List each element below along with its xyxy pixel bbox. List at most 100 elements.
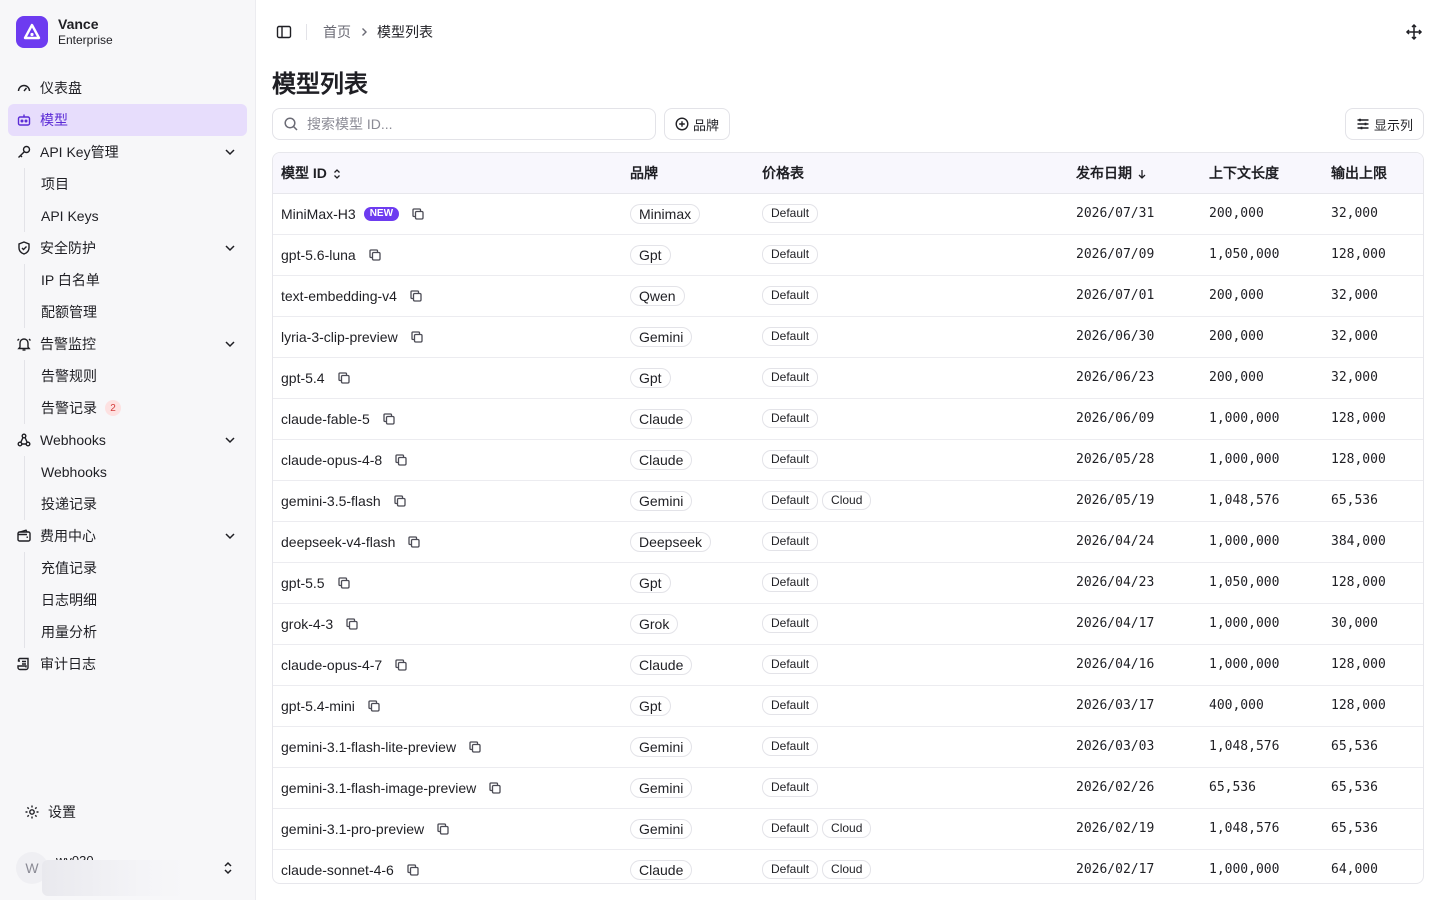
copy-icon[interactable] (410, 330, 424, 344)
search-input[interactable] (307, 116, 627, 132)
column-header-model-id[interactable]: 模型 ID (273, 153, 622, 194)
copy-icon[interactable] (382, 412, 396, 426)
cell-output-limit: 128,000 (1323, 644, 1423, 686)
sidebar-subitem-deliveries[interactable]: 投递记录 (25, 488, 247, 520)
copy-icon[interactable] (468, 740, 482, 754)
model-id[interactable]: MiniMax-H3 (281, 206, 356, 222)
model-id[interactable]: deepseek-v4-flash (281, 534, 395, 550)
copy-icon[interactable] (411, 207, 425, 221)
sidebar-item-billing[interactable]: 费用中心 (8, 520, 247, 552)
column-header-release-date[interactable]: 发布日期 (1068, 153, 1201, 194)
copy-icon[interactable] (367, 699, 381, 713)
model-id[interactable]: gpt-5.5 (281, 575, 325, 591)
copy-icon[interactable] (406, 863, 420, 877)
table-row[interactable]: gemini-3.5-flash Gemini Default Cloud 2026/0… (273, 480, 1423, 522)
copy-icon[interactable] (488, 781, 502, 795)
column-header-brand[interactable]: 品牌 (622, 153, 754, 194)
chevron-down-icon (225, 341, 235, 348)
cell-brand: Gpt (622, 234, 754, 276)
model-id[interactable]: lyria-3-clip-preview (281, 329, 398, 345)
sidebar-item-webhooks[interactable]: Webhooks (8, 424, 247, 456)
copy-icon[interactable] (337, 576, 351, 590)
search-box[interactable] (272, 108, 656, 140)
chevron-down-icon (225, 149, 235, 156)
copy-icon[interactable] (436, 822, 450, 836)
model-id[interactable]: gemini-3.5-flash (281, 493, 381, 509)
sidebar-subitem-webhooks[interactable]: Webhooks (25, 456, 247, 488)
model-id[interactable]: text-embedding-v4 (281, 288, 397, 304)
table-row[interactable]: gpt-5.6-luna Gpt Default 2026/07/09 1,050,00… (273, 234, 1423, 276)
table-row[interactable]: claude-sonnet-4-6 Claude Default Cloud 2026/… (273, 849, 1423, 883)
model-id[interactable]: gpt-5.4 (281, 370, 325, 386)
cell-context-length: 1,000,000 (1201, 439, 1323, 481)
table-row[interactable]: claude-opus-4-7 Claude Default 2026/04/16 1,… (273, 644, 1423, 686)
model-id[interactable]: gemini-3.1-pro-preview (281, 821, 424, 837)
table-row[interactable]: claude-fable-5 Claude Default 2026/06/09 1,0… (273, 398, 1423, 440)
copy-icon[interactable] (407, 535, 421, 549)
brand[interactable]: Vance Enterprise (0, 0, 255, 64)
table-row[interactable]: deepseek-v4-flash Deepseek Default 2026/04/… (273, 521, 1423, 563)
column-header-price[interactable]: 价格表 (754, 153, 1068, 194)
copy-icon[interactable] (409, 289, 423, 303)
settings-button[interactable]: 设置 (16, 796, 84, 828)
sidebar-subitem-quota[interactable]: 配额管理 (25, 296, 247, 328)
price-tag: Default (762, 204, 819, 223)
model-id[interactable]: gemini-3.1-flash-image-preview (281, 780, 476, 796)
model-id[interactable]: grok-4-3 (281, 616, 333, 632)
model-id[interactable]: claude-opus-4-7 (281, 657, 382, 673)
sidebar-item-alerts[interactable]: 告警监控 (8, 328, 247, 360)
column-header-output-limit[interactable]: 输出上限 (1323, 153, 1423, 194)
copy-icon[interactable] (337, 371, 351, 385)
sidebar-item-api-keys[interactable]: API Key管理 (8, 136, 247, 168)
copy-icon[interactable] (393, 494, 407, 508)
sidebar-subitem-alert-records[interactable]: 告警记录 2 (25, 392, 247, 424)
table-row[interactable]: gpt-5.4-mini Gpt Default 2026/03/17 400,000 1… (273, 685, 1423, 727)
cell-release-date: 2026/02/26 (1068, 767, 1201, 809)
sidebar-item-audit-log[interactable]: 审计日志 (8, 648, 247, 680)
table-row[interactable]: gpt-5.4 Gpt Default 2026/06/23 200,000 32,000 (273, 357, 1423, 399)
copy-icon[interactable] (394, 658, 408, 672)
model-id[interactable]: gpt-5.4-mini (281, 698, 355, 714)
sidebar-subitem-projects[interactable]: 项目 (25, 168, 247, 200)
table-row[interactable]: MiniMax-H3 NEW Minimax Default 2026/07/31 200… (273, 193, 1423, 235)
sidebar-item-dashboard[interactable]: 仪表盘 (8, 72, 247, 104)
cell-release-date: 2026/04/16 (1068, 644, 1201, 686)
brand-tag: Gpt (630, 695, 671, 716)
sidebar-toggle-icon[interactable] (274, 22, 294, 42)
model-id[interactable]: claude-sonnet-4-6 (281, 862, 394, 878)
table-row[interactable]: claude-opus-4-8 Claude Default 2026/05/28 1,… (273, 439, 1423, 481)
cell-release-date: 2026/06/09 (1068, 398, 1201, 440)
column-header-context-length[interactable]: 上下文长度 (1201, 153, 1323, 194)
sidebar-subitem-ip-whitelist[interactable]: IP 白名单 (25, 264, 247, 296)
sidebar-item-models[interactable]: 模型 (8, 104, 247, 136)
copy-icon[interactable] (394, 453, 408, 467)
sidebar-subitem-recharge[interactable]: 充值记录 (25, 552, 247, 584)
table-row[interactable]: gemini-3.1-pro-preview Gemini Default Cloud… (273, 808, 1423, 850)
sidebar-subitem-usage[interactable]: 用量分析 (25, 616, 247, 648)
copy-icon[interactable] (368, 248, 382, 262)
model-id[interactable]: gpt-5.6-luna (281, 247, 356, 263)
brand-filter-button[interactable]: 品牌 (664, 108, 731, 140)
model-id[interactable]: claude-opus-4-8 (281, 452, 382, 468)
move-expand-icon[interactable] (1404, 22, 1424, 42)
sidebar-subitem-api-keys[interactable]: API Keys (25, 200, 247, 232)
brand-tag: Gemini (630, 777, 693, 798)
copy-icon[interactable] (345, 617, 359, 631)
model-id[interactable]: claude-fable-5 (281, 411, 370, 427)
breadcrumb-home[interactable]: 首页 (323, 22, 351, 42)
cell-output-limit: 32,000 (1323, 357, 1423, 399)
cell-context-length: 1,050,000 (1201, 562, 1323, 604)
columns-button[interactable]: 显示列 (1344, 108, 1424, 140)
table-row[interactable]: gemini-3.1-flash-image-preview Gemini Defa… (273, 767, 1423, 809)
model-id[interactable]: gemini-3.1-flash-lite-preview (281, 739, 456, 755)
cell-context-length: 1,048,576 (1201, 726, 1323, 768)
table-row[interactable]: grok-4-3 Grok Default 2026/04/17 1,000,000 30… (273, 603, 1423, 645)
sidebar-subitem-log-details[interactable]: 日志明细 (25, 584, 247, 616)
sidebar-subitem-alert-rules[interactable]: 告警规则 (25, 360, 247, 392)
sidebar-item-security[interactable]: 安全防护 (8, 232, 247, 264)
table-row[interactable]: lyria-3-clip-preview Gemini Default 2026/06… (273, 316, 1423, 358)
user-menu[interactable]: W wy030 (16, 852, 240, 896)
table-row[interactable]: gemini-3.1-flash-lite-preview Gemini Defau… (273, 726, 1423, 768)
table-row[interactable]: text-embedding-v4 Qwen Default 2026/07/01 20… (273, 275, 1423, 317)
table-row[interactable]: gpt-5.5 Gpt Default 2026/04/23 1,050,000 128,… (273, 562, 1423, 604)
